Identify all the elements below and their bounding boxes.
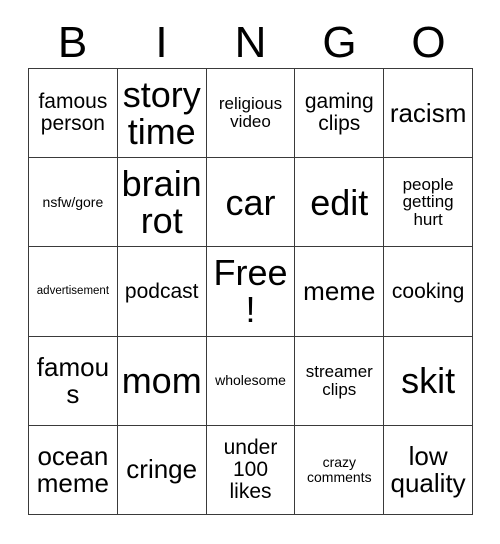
bingo-cell-label: brain rot xyxy=(121,162,202,242)
bingo-cell-label: mom xyxy=(121,359,202,401)
bingo-cell-label: famous xyxy=(36,351,110,409)
bingo-cell-label: under 100 likes xyxy=(223,436,278,503)
bingo-cell[interactable]: wholesome xyxy=(206,336,296,426)
bingo-cell-label: people getting hurt xyxy=(402,174,454,230)
bingo-cell-label: cooking xyxy=(391,279,465,303)
bingo-cell[interactable]: gaming clips xyxy=(295,69,385,159)
bingo-card: B I N G O famous person story time relig… xyxy=(0,0,500,544)
header-letter-n: N xyxy=(234,18,267,67)
bingo-cell-label: story time xyxy=(122,73,201,153)
bingo-header: B I N G O xyxy=(28,18,473,68)
bingo-cell-label: meme xyxy=(303,275,376,306)
bingo-cell[interactable]: racism xyxy=(384,69,473,159)
bingo-cell[interactable]: skit xyxy=(384,336,473,426)
bingo-cell[interactable]: meme xyxy=(295,247,385,337)
bingo-cell[interactable]: cooking xyxy=(384,247,473,337)
header-letter-g: G xyxy=(322,18,357,67)
header-letter-o: O xyxy=(411,18,446,67)
bingo-cell[interactable]: religious video xyxy=(206,69,296,159)
bingo-cell-label: wholesome xyxy=(215,372,286,389)
bingo-cell-label: advertisement xyxy=(36,284,110,297)
bingo-cell-label: cringe xyxy=(126,454,198,485)
bingo-cell-label: crazy comments xyxy=(307,454,372,485)
bingo-cell-label: edit xyxy=(310,181,369,223)
bingo-cell-label: podcast xyxy=(124,279,199,303)
bingo-cell-label: famous person xyxy=(38,90,108,136)
bingo-cell[interactable]: under 100 likes xyxy=(206,425,296,515)
bingo-cell-label: ocean meme xyxy=(36,440,110,498)
bingo-cell[interactable]: people getting hurt xyxy=(384,158,473,248)
bingo-cell[interactable]: story time xyxy=(117,69,207,159)
bingo-cell-free[interactable]: Free! xyxy=(206,247,296,337)
bingo-cell[interactable]: low quality xyxy=(384,425,473,515)
bingo-cell-label: Free! xyxy=(213,252,288,331)
bingo-cell[interactable]: famous xyxy=(29,336,118,426)
bingo-cell-label: low quality xyxy=(390,440,466,498)
bingo-cell-label: religious video xyxy=(218,94,283,132)
bingo-cell[interactable]: podcast xyxy=(117,247,207,337)
bingo-cell[interactable]: cringe xyxy=(117,425,207,515)
bingo-cell-label: gaming clips xyxy=(304,90,374,136)
header-letter-i: I xyxy=(155,18,168,67)
bingo-cell[interactable]: nsfw/gore xyxy=(29,158,118,248)
bingo-grid: famous person story time religious video… xyxy=(28,68,473,515)
header-letter-b: B xyxy=(57,18,88,67)
bingo-cell[interactable]: famous person xyxy=(29,69,118,159)
bingo-cell[interactable]: mom xyxy=(117,336,207,426)
bingo-cell[interactable]: advertisement xyxy=(29,247,118,337)
bingo-cell[interactable]: streamer clips xyxy=(295,336,385,426)
bingo-cell[interactable]: brain rot xyxy=(117,158,207,248)
bingo-cell-label: skit xyxy=(401,359,456,401)
bingo-cell[interactable]: crazy comments xyxy=(295,425,385,515)
bingo-cell-label: racism xyxy=(389,97,467,128)
bingo-cell[interactable]: edit xyxy=(295,158,385,248)
bingo-cell[interactable]: car xyxy=(206,158,296,248)
bingo-cell-label: car xyxy=(225,181,276,223)
bingo-cell-label: nsfw/gore xyxy=(42,194,104,211)
bingo-cell-label: streamer clips xyxy=(305,362,373,399)
bingo-cell[interactable]: ocean meme xyxy=(29,425,118,515)
